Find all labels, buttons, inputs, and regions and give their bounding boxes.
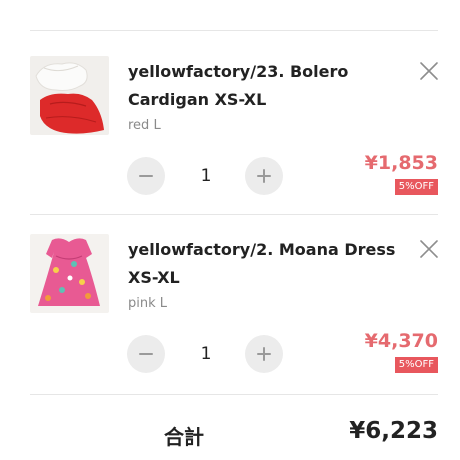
product-image[interactable] [30, 56, 109, 135]
remove-item-button[interactable] [418, 60, 440, 82]
discount-badge: 5%OFF [394, 357, 438, 373]
product-title[interactable]: yellowfactory/23. Bolero Cardigan XS-XL [128, 58, 400, 114]
discount-badge: 5%OFF [394, 179, 438, 195]
cart-item: yellowfactory/2. Moana Dress XS-XL pink … [0, 210, 460, 388]
product-image[interactable] [30, 234, 109, 313]
decrease-quantity-button[interactable] [127, 157, 165, 195]
remove-item-button[interactable] [418, 238, 440, 260]
cart-item: yellowfactory/23. Bolero Cardigan XS-XL … [0, 32, 460, 210]
decrease-quantity-button[interactable] [127, 335, 165, 373]
minus-icon [139, 353, 153, 355]
product-title[interactable]: yellowfactory/2. Moana Dress XS-XL [128, 236, 400, 292]
product-variant: pink L [128, 296, 168, 311]
item-price: ¥1,853 [364, 152, 438, 174]
increase-quantity-button[interactable] [245, 335, 283, 373]
minus-icon [139, 175, 153, 177]
close-icon [420, 240, 438, 258]
quantity-value: 1 [200, 166, 212, 186]
item-price: ¥4,370 [364, 330, 438, 352]
increase-quantity-button[interactable] [245, 157, 283, 195]
plus-icon [257, 347, 271, 361]
quantity-value: 1 [200, 344, 212, 364]
product-variant: red L [128, 118, 161, 133]
top-divider [30, 30, 438, 31]
total-label: 合計 [164, 425, 204, 449]
close-icon [420, 62, 438, 80]
plus-icon [257, 169, 271, 183]
item-divider [30, 394, 438, 395]
total-value: ¥6,223 [349, 418, 438, 444]
